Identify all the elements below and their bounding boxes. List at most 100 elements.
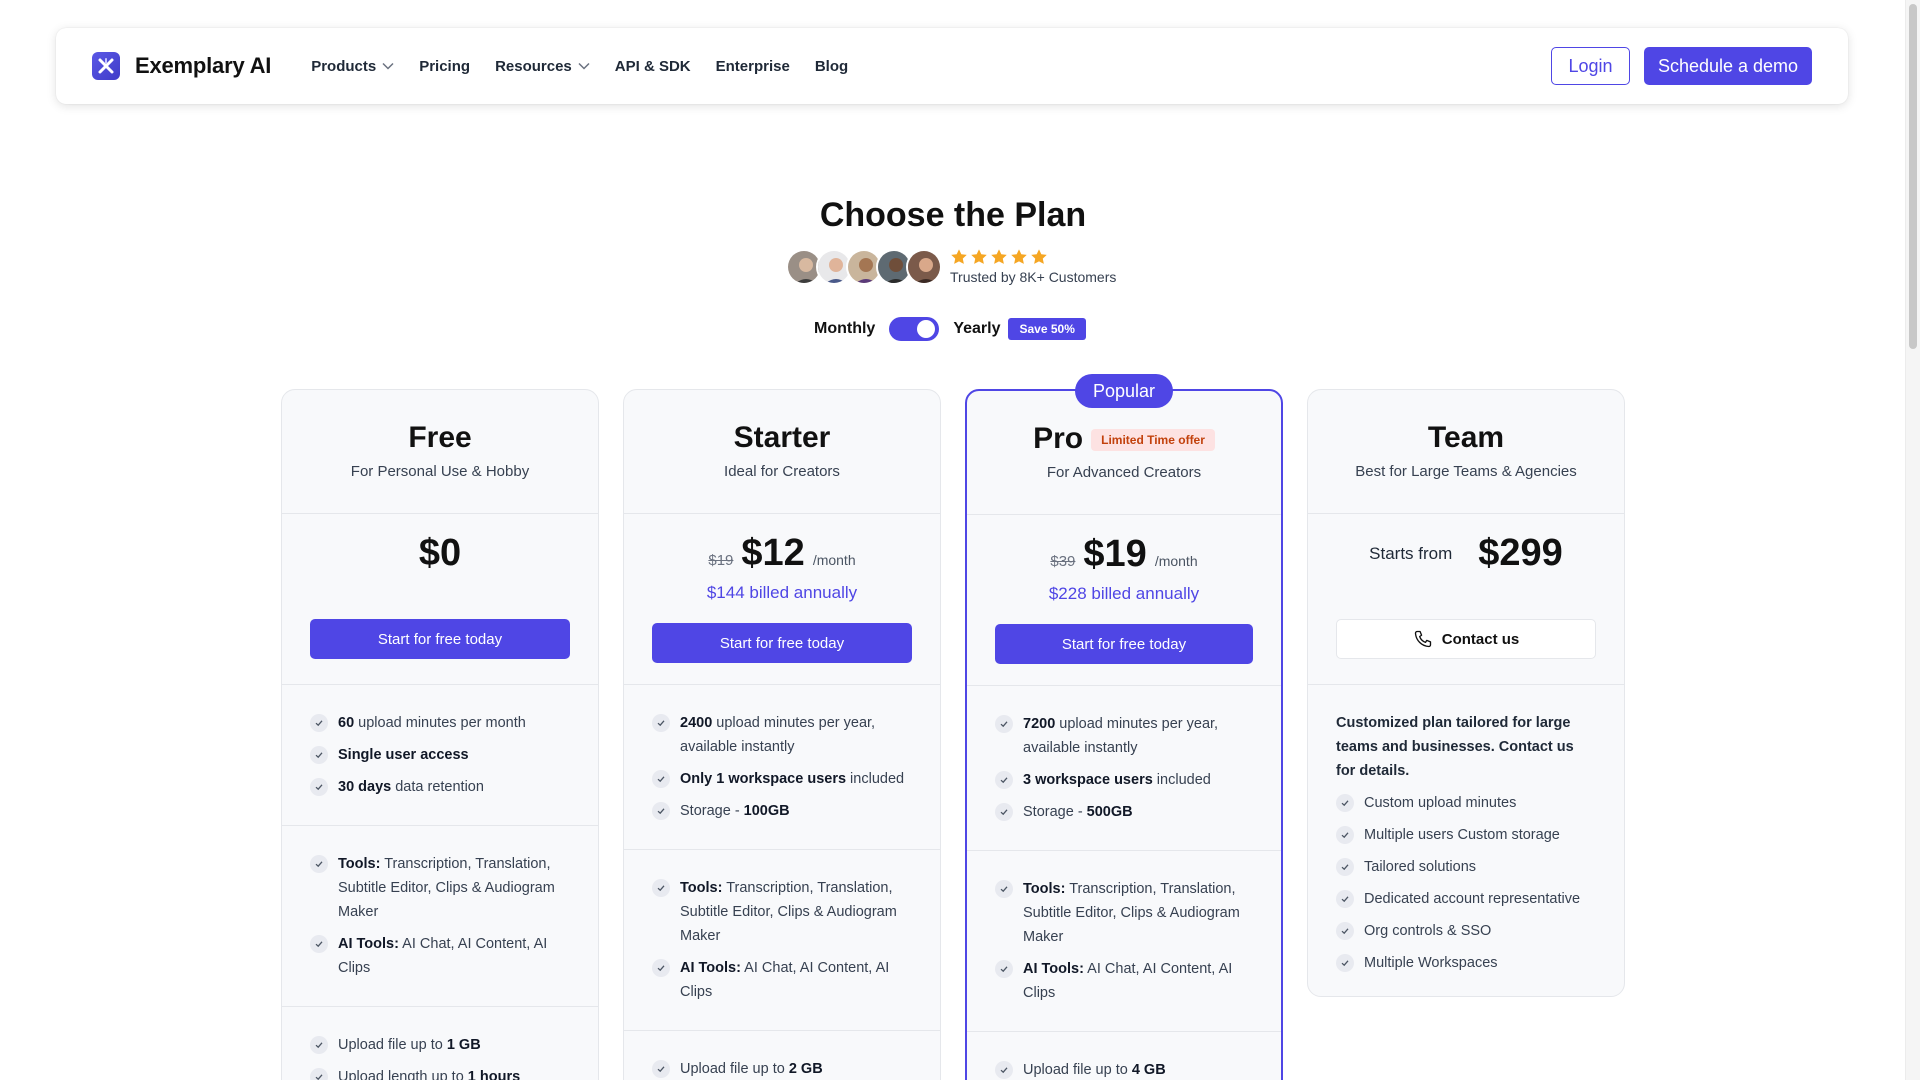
plan-card-starter: Starter Ideal for Creators $19 $12 /mont…: [623, 389, 941, 1080]
check-icon: [995, 771, 1013, 789]
feature-text: Multiple users Custom storage: [1364, 827, 1560, 843]
feature-item: 2400 upload minutes per year, available …: [652, 711, 912, 759]
top-navbar: Exemplary AI Products Pricing Resources …: [56, 28, 1848, 104]
feature-text: Tools: Transcription, Translation, Subti…: [1023, 881, 1240, 945]
feature-item: Tools: Transcription, Translation, Subti…: [652, 876, 912, 948]
feature-section-limits: 2400 upload minutes per year, available …: [624, 685, 940, 850]
price-row: Starts from $299: [1336, 532, 1596, 575]
feature-text: Upload file up to 2 GB: [680, 1061, 823, 1077]
price-row: $0: [310, 532, 570, 575]
plan-card-team: Team Best for Large Teams & Agencies Sta…: [1307, 389, 1625, 997]
logo-icon: [92, 52, 120, 80]
feature-section-uploads: Upload file up to 2 GB: [624, 1031, 940, 1080]
nav-actions: Login Schedule a demo: [1551, 47, 1812, 85]
original-price: $39: [1050, 553, 1076, 570]
plan-header: Free For Personal Use & Hobby: [282, 390, 598, 514]
avatar: [906, 248, 942, 285]
star-icon: [951, 249, 967, 264]
start-free-button[interactable]: Start for free today: [310, 619, 570, 659]
check-icon: [1336, 794, 1354, 812]
feature-text: Upload file up to 1 GB: [338, 1037, 481, 1053]
star-icon: [971, 249, 987, 264]
team-intro: Customized plan tailored for large teams…: [1336, 715, 1574, 779]
feature-item: Upload length up to 1 hours: [310, 1065, 570, 1080]
check-icon: [310, 714, 328, 732]
feature-item: Tailored solutions: [1336, 855, 1596, 879]
schedule-demo-button[interactable]: Schedule a demo: [1644, 47, 1812, 85]
customer-avatars: [786, 248, 942, 285]
check-icon: [310, 935, 328, 953]
check-icon: [995, 960, 1013, 978]
page-scrollbar[interactable]: [1905, 0, 1920, 1080]
feature-text: Custom upload minutes: [1364, 795, 1517, 811]
phone-icon: [1414, 630, 1431, 648]
popular-badge: Popular: [1075, 374, 1173, 408]
check-icon: [310, 855, 328, 873]
nav-blog[interactable]: Blog: [815, 58, 848, 75]
plan-price: $0: [418, 532, 462, 574]
nav-products[interactable]: Products: [311, 58, 394, 75]
plan-header: Starter Ideal for Creators: [624, 390, 940, 514]
feature-item: AI Tools: AI Chat, AI Content, AI Clips: [310, 932, 570, 980]
feature-item: Multiple Workspaces: [1336, 951, 1596, 975]
contact-us-button[interactable]: Contact us: [1336, 619, 1596, 659]
price-row: $39 $19 /month: [995, 533, 1253, 576]
price-block: Starts from $299 Contact us: [1308, 514, 1624, 685]
feature-text: Tools: Transcription, Translation, Subti…: [680, 880, 897, 944]
feature-item: AI Tools: AI Chat, AI Content, AI Clips: [652, 956, 912, 1004]
start-free-button[interactable]: Start for free today: [652, 623, 912, 663]
nav-api-sdk[interactable]: API & SDK: [615, 58, 691, 75]
contact-us-label: Contact us: [1441, 630, 1520, 648]
feature-section-tools: Tools: Transcription, Translation, Subti…: [624, 850, 940, 1031]
feature-section-uploads: Upload file up to 1 GB Upload length up …: [282, 1007, 598, 1080]
plan-header: Pro Limited Time offer For Advanced Creat…: [967, 391, 1281, 515]
feature-item: Single user access: [310, 743, 570, 767]
nav-links: Products Pricing Resources API & SDK Ent…: [311, 58, 848, 75]
check-icon: [1336, 922, 1354, 940]
nav-resources[interactable]: Resources: [495, 58, 590, 75]
feature-section-team: Customized plan tailored for large teams…: [1308, 685, 1624, 1001]
monthly-label[interactable]: Monthly: [814, 320, 875, 338]
nav-pricing[interactable]: Pricing: [419, 58, 470, 75]
feature-text: Single user access: [338, 747, 469, 763]
feature-item: Upload file up to 2 GB: [652, 1057, 912, 1080]
nav-enterprise[interactable]: Enterprise: [716, 58, 790, 75]
yearly-label[interactable]: Yearly: [953, 320, 1000, 338]
limited-offer-badge: Limited Time offer: [1091, 428, 1215, 451]
check-icon: [1336, 890, 1354, 908]
feature-text: Multiple Workspaces: [1364, 955, 1498, 971]
feature-text: Org controls & SSO: [1364, 923, 1492, 939]
login-button[interactable]: Login: [1551, 47, 1630, 85]
check-icon: [652, 959, 670, 977]
feature-text: 3 workspace users included: [1023, 772, 1211, 788]
feature-item: Only 1 workspace users included: [652, 767, 912, 791]
feature-item: 3 workspace users included: [995, 768, 1253, 792]
brand-logo[interactable]: Exemplary AI: [92, 52, 271, 80]
plan-subtitle: Ideal for Creators: [724, 463, 840, 480]
check-icon: [310, 1068, 328, 1080]
feature-item: Upload file up to 4 GB: [995, 1058, 1253, 1080]
check-icon: [652, 1060, 670, 1078]
check-icon: [1336, 858, 1354, 876]
check-icon: [652, 770, 670, 788]
check-icon: [995, 880, 1013, 898]
start-free-button[interactable]: Start for free today: [995, 624, 1253, 664]
feature-section-limits: 7200 upload minutes per year, available …: [967, 686, 1281, 851]
feature-text: 60 upload minutes per month: [338, 715, 526, 731]
billing-toggle-row: Monthly Yearly Save 50%: [814, 317, 1086, 341]
feature-text: Only 1 workspace users included: [680, 771, 905, 787]
scrollbar-thumb[interactable]: [1909, 4, 1917, 349]
billing-period-toggle[interactable]: [889, 317, 940, 341]
chevron-down-icon: [382, 62, 394, 70]
price-block: $19 $12 /month $144 billed annually Star…: [624, 514, 940, 685]
feature-text: Upload file up to 4 GB: [1023, 1062, 1166, 1078]
feature-text: Dedicated account representative: [1364, 891, 1581, 907]
feature-item: Tools: Transcription, Translation, Subti…: [310, 852, 570, 924]
plan-name: Starter: [733, 421, 831, 454]
check-icon: [995, 803, 1013, 821]
price-block: $39 $19 /month $228 billed annually Star…: [967, 515, 1281, 686]
feature-item: 60 upload minutes per month: [310, 711, 570, 735]
nav-products-label: Products: [311, 57, 377, 75]
feature-item: 30 days data retention: [310, 775, 570, 799]
feature-item: AI Tools: AI Chat, AI Content, AI Clips: [995, 957, 1253, 1005]
